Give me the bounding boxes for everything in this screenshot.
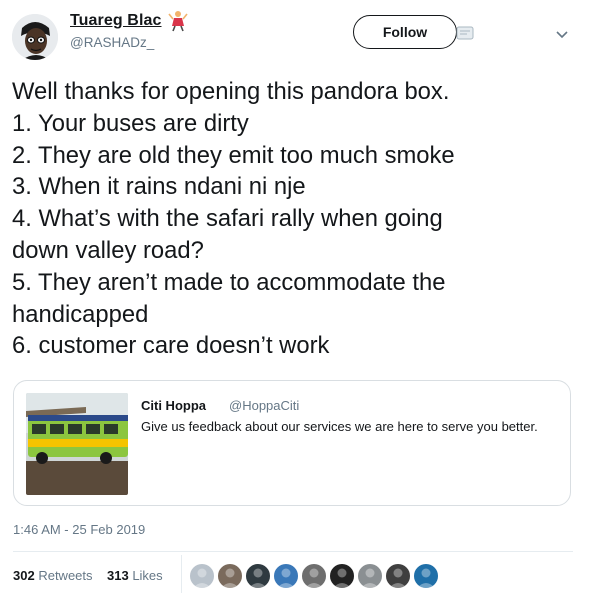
cartoon-portrait-avatar-icon — [12, 14, 58, 60]
tweet-line: 6. customer care doesn’t work — [12, 332, 330, 360]
liker-avatar[interactable] — [217, 563, 243, 589]
tweet-line: 3. When it rains ndani ni nje — [12, 173, 306, 201]
quoted-author-handle: @HoppaCiti — [229, 398, 300, 413]
woman-dancing-emoji-icon — [168, 10, 188, 32]
quoted-tweet-text: Give us feedback about our services we a… — [141, 419, 538, 434]
divider — [13, 551, 573, 552]
author-avatar[interactable] — [12, 14, 58, 60]
chevron-down-icon[interactable] — [555, 28, 569, 40]
liker-avatar[interactable] — [245, 563, 271, 589]
likes-label: Likes — [132, 568, 163, 583]
tweet-line: 2. They are old they emit too much smoke — [12, 141, 455, 169]
retweets-stat[interactable]: 302 Retweets — [13, 568, 93, 583]
tweet-line: 5. They aren’t made to accommodate the — [12, 268, 446, 296]
liker-avatar[interactable] — [273, 563, 299, 589]
author-name[interactable]: Tuareg Blac — [70, 12, 162, 30]
quoted-author-name: Citi Hoppa — [141, 398, 206, 413]
liker-avatar[interactable] — [329, 563, 355, 589]
quoted-tweet-card[interactable]: Citi Hoppa @HoppaCiti Give us feedback a… — [13, 380, 571, 506]
tweet-line: handicapped — [12, 300, 149, 328]
liker-avatar[interactable] — [413, 563, 439, 589]
liker-avatar[interactable] — [301, 563, 327, 589]
liker-avatar[interactable] — [357, 563, 383, 589]
liker-avatar[interactable] — [385, 563, 411, 589]
engagement-stats: 302 Retweets 313 Likes — [13, 555, 182, 593]
author-handle[interactable]: @RASHADz_ — [70, 35, 154, 50]
tweet-line: Well thanks for opening this pandora box… — [12, 78, 450, 105]
tweet-line: down valley road? — [12, 236, 204, 264]
retweets-label: Retweets — [38, 568, 93, 583]
tweet-line: 4. What’s with the safari rally when goi… — [12, 205, 443, 233]
tweet-timestamp[interactable]: 1:46 AM - 25 Feb 2019 — [13, 522, 145, 537]
likes-count: 313 — [106, 568, 129, 583]
likes-stat[interactable]: 313 Likes — [107, 568, 163, 583]
stats-separator — [181, 555, 182, 593]
liker-avatar[interactable] — [189, 563, 215, 589]
retweets-count: 302 — [13, 568, 35, 583]
bus-photo — [26, 393, 128, 495]
follow-button[interactable]: Follow — [353, 15, 457, 49]
tweet-line: 1. Your buses are dirty — [12, 109, 249, 137]
follow-extension-icon — [456, 26, 474, 40]
tweet-text: Well thanks for opening this pandora box… — [12, 76, 587, 362]
